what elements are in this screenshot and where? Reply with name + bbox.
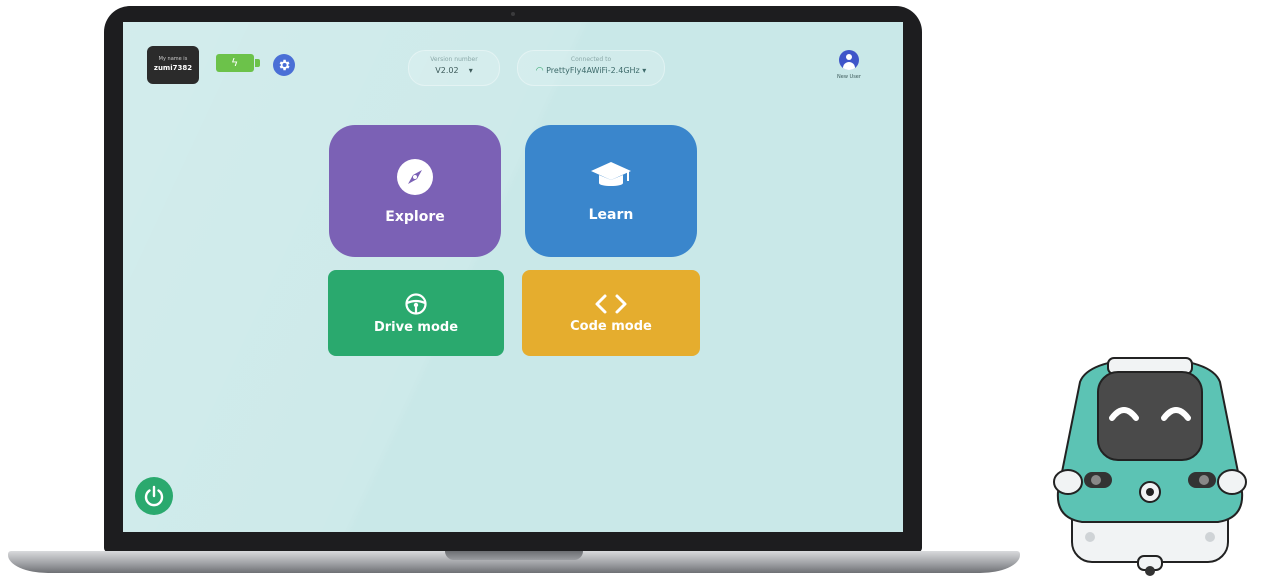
code-mode-label: Code mode: [570, 318, 652, 334]
battery-icon: ϟ: [216, 54, 260, 72]
learn-tile[interactable]: Learn: [525, 125, 697, 257]
network-caption: Connected to: [570, 56, 612, 63]
camera-dot: [511, 12, 515, 16]
user-label: New User: [837, 74, 861, 80]
settings-button[interactable]: [273, 54, 295, 76]
wifi-icon: ◠: [535, 66, 544, 76]
code-mode-tile[interactable]: Code mode: [522, 270, 700, 356]
steering-wheel-icon: [405, 292, 427, 315]
robot-name: zumi7382: [153, 64, 193, 72]
gear-icon: [279, 59, 290, 71]
drive-mode-tile[interactable]: Drive mode: [328, 270, 504, 356]
user-icon: [839, 50, 859, 70]
version-caption: Version number: [430, 56, 478, 63]
power-button[interactable]: [135, 477, 173, 515]
robot-name-badge: My name is zumi7382: [147, 46, 199, 84]
explore-tile[interactable]: Explore: [329, 125, 501, 257]
code-brackets-icon: [595, 294, 627, 313]
graduation-cap-icon: [591, 162, 631, 186]
version-selector[interactable]: Version number V2.02 ▾: [408, 50, 500, 86]
laptop-base: [8, 551, 1020, 573]
power-icon: [144, 485, 164, 507]
network-ssid: PrettyFly4AWiFi-2.4GHz: [546, 66, 640, 75]
chevron-down-icon: ▾: [468, 66, 473, 75]
compass-icon: [397, 159, 433, 195]
learn-label: Learn: [588, 207, 634, 223]
network-selector[interactable]: Connected to ◠ PrettyFly4AWiFi-2.4GHz ▾: [517, 50, 665, 86]
drive-mode-label: Drive mode: [373, 319, 459, 335]
version-value: V2.02: [435, 66, 459, 75]
laptop-notch: [445, 551, 583, 560]
robot-name-caption: My name is: [158, 56, 188, 62]
bolt-icon: ϟ: [231, 56, 239, 69]
robot-illustration: [1053, 356, 1247, 576]
explore-label: Explore: [385, 209, 445, 225]
user-profile-button[interactable]: New User: [829, 50, 869, 94]
chevron-down-icon: ▾: [642, 66, 647, 75]
screen-glare: [123, 22, 903, 532]
app-screen: My name is zumi7382 ϟ Version number V2.…: [123, 22, 903, 532]
